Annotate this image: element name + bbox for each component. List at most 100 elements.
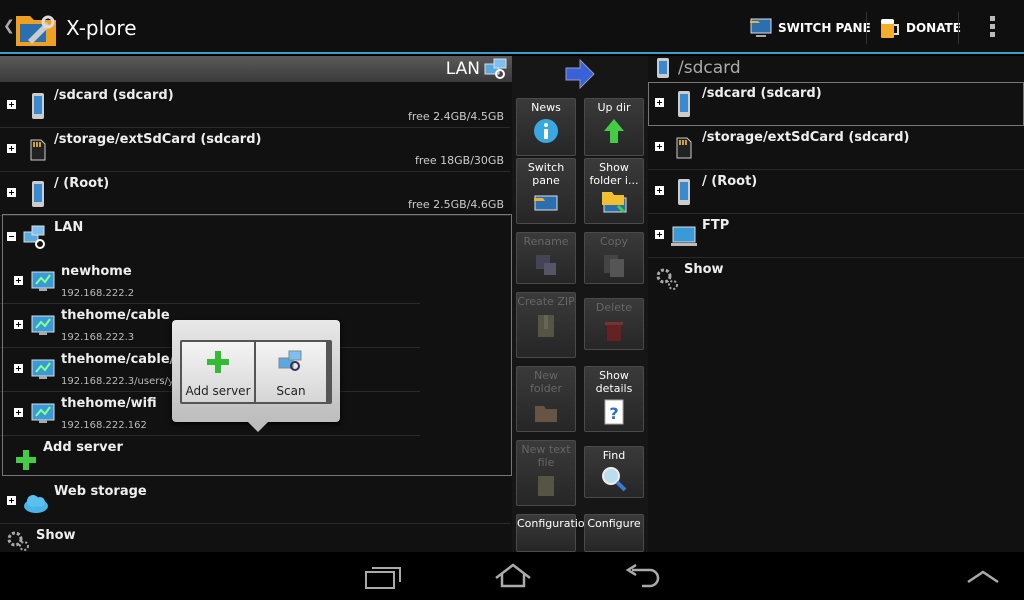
configure-label: Configure	[587, 517, 641, 530]
copy-direction-arrow-icon[interactable]	[562, 58, 598, 90]
up-dir-button[interactable]: Up dir	[584, 98, 644, 156]
list-item[interactable]: / (Root)	[648, 170, 1024, 214]
find-button[interactable]: Find	[584, 446, 644, 498]
up-arrow-icon	[604, 119, 624, 143]
new-folder-label: New folder	[530, 369, 562, 395]
new-folder-button[interactable]: New folder	[516, 366, 576, 432]
trash-icon	[605, 322, 623, 341]
magnifier-icon	[602, 467, 627, 492]
item-name: Show	[684, 262, 724, 277]
switch-pane-icon	[750, 18, 772, 37]
rename-icon	[536, 255, 556, 275]
gears-icon	[656, 268, 678, 290]
switch-pane-button[interactable]: Switch pane	[516, 158, 576, 224]
expand-icon[interactable]	[7, 496, 16, 505]
list-item-show[interactable]: Show	[0, 524, 510, 552]
donate-label: DONATE	[906, 21, 961, 35]
actionbar-divider	[866, 12, 867, 44]
phone-icon	[678, 179, 690, 205]
news-label: News	[531, 101, 561, 114]
list-item[interactable]: /sdcard (sdcard) free 2.4GB/4.5GB	[0, 84, 510, 128]
rename-label: Rename	[523, 235, 569, 248]
back-icon[interactable]	[622, 564, 662, 590]
up-dir-label: Up dir	[597, 101, 631, 114]
add-server-button[interactable]: Add server	[182, 342, 254, 402]
system-nav-bar	[0, 552, 1024, 600]
home-icon[interactable]	[492, 562, 534, 590]
item-name: /storage/extSdCard (sdcard)	[702, 130, 910, 145]
create-zip-button[interactable]: Create ZIP	[516, 292, 576, 358]
back-chevron-icon[interactable]: ❮	[3, 18, 15, 34]
item-name: /storage/extSdCard (sdcard)	[54, 132, 262, 147]
right-pane-header: /sdcard	[648, 56, 1024, 82]
item-name: Web storage	[54, 484, 147, 499]
delete-button[interactable]: Delete	[584, 298, 644, 350]
list-item[interactable]: / (Root) free 2.5GB/4.6GB	[0, 172, 510, 216]
find-label: Find	[602, 449, 626, 462]
switch-pane-label: SWITCH PANE	[778, 21, 871, 35]
right-pane[interactable]: /sdcard /sdcard (sdcard) /storage/extSdC…	[648, 56, 1024, 552]
popup-button-group: Add server Scan	[180, 340, 332, 404]
expand-icon[interactable]	[655, 142, 664, 151]
sd-card-icon	[30, 139, 46, 161]
left-pane-header: LAN	[0, 56, 512, 82]
copy-button[interactable]: Copy	[584, 232, 644, 284]
app-title: X-plore	[66, 16, 137, 40]
show-folder-label: Show folder i...	[589, 161, 639, 187]
new-text-file-button[interactable]: New text file	[516, 440, 576, 506]
cloud-icon	[24, 495, 48, 513]
right-pane-header-label: /sdcard	[678, 58, 741, 78]
gears-icon	[7, 531, 29, 551]
switch-pane-icon	[534, 195, 558, 211]
overflow-menu-icon[interactable]	[986, 16, 998, 40]
new-folder-icon	[535, 406, 557, 422]
create-zip-label: Create ZIP	[517, 295, 575, 308]
item-name: Show	[36, 528, 76, 543]
phone-icon	[32, 93, 44, 119]
show-details-label: Show details	[595, 369, 633, 395]
beer-mug-icon	[881, 19, 899, 38]
left-pane[interactable]: LAN /sdcard (sdcard) free 2.4GB/4.5GB /s…	[0, 56, 512, 552]
configure-button[interactable]: Configure	[584, 514, 644, 552]
show-folder-button[interactable]: Show folder i...	[584, 158, 644, 224]
show-details-button[interactable]: Show details ?	[584, 366, 644, 432]
chevron-up-icon[interactable]	[966, 568, 1000, 584]
expand-icon[interactable]	[7, 188, 16, 197]
lan-context-popup: Add server Scan	[172, 320, 340, 432]
expand-icon[interactable]	[655, 186, 664, 195]
sd-card-icon	[676, 137, 692, 159]
free-space: free 2.4GB/4.5GB	[407, 110, 504, 123]
list-item[interactable]: FTP	[648, 214, 1024, 258]
list-item-show[interactable]: Show	[648, 258, 1024, 302]
list-item[interactable]: /storage/extSdCard (sdcard)	[648, 126, 1024, 170]
delete-label: Delete	[595, 301, 633, 314]
item-name: /sdcard (sdcard)	[54, 88, 174, 103]
details-question-icon: ?	[604, 399, 624, 425]
green-plus-icon	[207, 351, 229, 373]
phone-icon	[32, 181, 44, 207]
list-item-web-storage[interactable]: Web storage	[0, 480, 510, 524]
scan-network-icon	[278, 350, 302, 371]
news-button[interactable]: News	[516, 98, 576, 156]
recent-apps-icon[interactable]	[364, 564, 402, 590]
actionbar-divider	[958, 12, 959, 44]
list-item[interactable]: /storage/extSdCard (sdcard) free 18GB/30…	[0, 128, 510, 172]
zip-icon	[538, 315, 554, 337]
expand-icon[interactable]	[7, 144, 16, 153]
operations-toolbar: News Up dir Switch pane Show folder i...…	[512, 56, 648, 552]
switch-pane-action[interactable]: SWITCH PANE	[748, 14, 871, 42]
scan-button[interactable]: Scan	[256, 342, 326, 402]
lan-header-icon	[484, 58, 507, 79]
item-name: / (Root)	[54, 176, 110, 191]
svg-text:?: ?	[609, 404, 618, 423]
rename-button[interactable]: Rename	[516, 232, 576, 284]
expand-icon[interactable]	[7, 100, 16, 109]
phone-icon	[657, 58, 669, 78]
donate-action[interactable]: DONATE	[878, 14, 961, 42]
new-text-file-icon	[538, 476, 554, 496]
app-logo-icon[interactable]	[14, 6, 58, 50]
switch-pane-label: Switch pane	[527, 161, 565, 187]
configuration-button[interactable]: Configuration	[516, 514, 592, 552]
expand-icon[interactable]	[655, 230, 664, 239]
left-pane-header-label: LAN	[445, 59, 480, 79]
